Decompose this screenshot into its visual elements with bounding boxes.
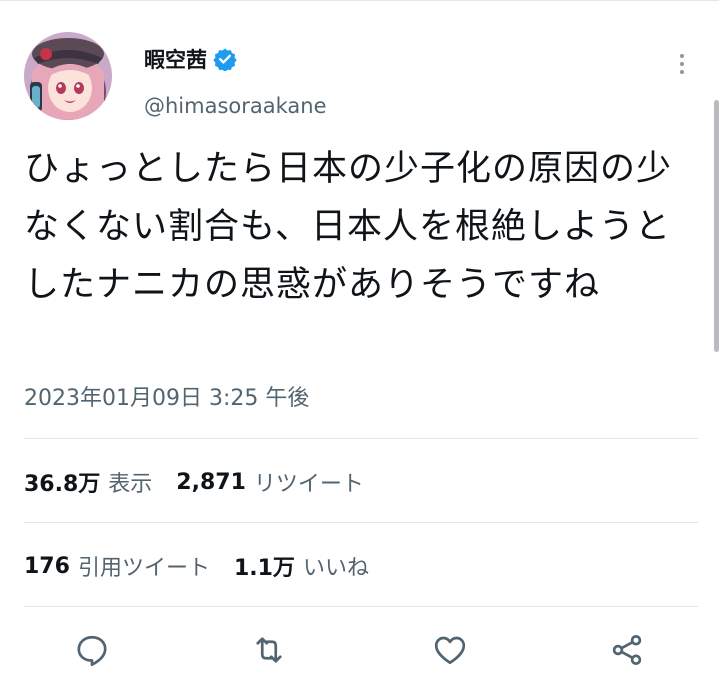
- like-icon: [434, 636, 466, 665]
- stats-row-1: 36.8万 表示 2,871 リツイート: [24, 466, 388, 498]
- tweet-text: ひょっとしたら日本の少子化の原因の少なくない割合も、日本人を根絶しようとしたナニ…: [24, 149, 673, 305]
- retweet-button[interactable]: [249, 630, 289, 670]
- views-count: 36.8万: [24, 472, 101, 497]
- tweet-timestamp[interactable]: 2023年01月09日 3:25 午後: [24, 380, 309, 412]
- retweets-label[interactable]: リツイート: [254, 466, 364, 498]
- retweets-count[interactable]: 2,871: [176, 470, 246, 495]
- author-handle[interactable]: @himasoraakane: [144, 94, 327, 118]
- likes-label[interactable]: いいね: [303, 550, 369, 582]
- divider: [24, 522, 698, 523]
- reply-button[interactable]: [72, 630, 112, 670]
- views-label: 表示: [108, 472, 153, 497]
- scrollbar[interactable]: [714, 100, 719, 352]
- share-button[interactable]: [607, 630, 647, 670]
- divider: [24, 606, 698, 607]
- quotes-count[interactable]: 176: [24, 554, 70, 579]
- display-name[interactable]: 暇空茜: [144, 44, 207, 74]
- more-options-button[interactable]: [670, 52, 694, 76]
- more-options-icon: [680, 54, 684, 74]
- author-name-row[interactable]: 暇空茜: [144, 44, 237, 74]
- top-divider: [0, 0, 719, 1]
- likes-count[interactable]: 1.1万: [234, 550, 295, 582]
- verified-badge-icon: [213, 48, 237, 71]
- divider: [24, 438, 698, 439]
- stats-row-2: 176 引用ツイート 1.1万 いいね: [24, 550, 393, 582]
- action-bar: [0, 630, 719, 674]
- like-button[interactable]: [430, 630, 470, 670]
- share-icon: [612, 635, 642, 665]
- avatar[interactable]: [24, 32, 112, 120]
- reply-icon: [77, 635, 107, 667]
- retweet-icon: [256, 637, 282, 663]
- avatar-image: [24, 32, 112, 120]
- quotes-label[interactable]: 引用ツイート: [78, 550, 210, 582]
